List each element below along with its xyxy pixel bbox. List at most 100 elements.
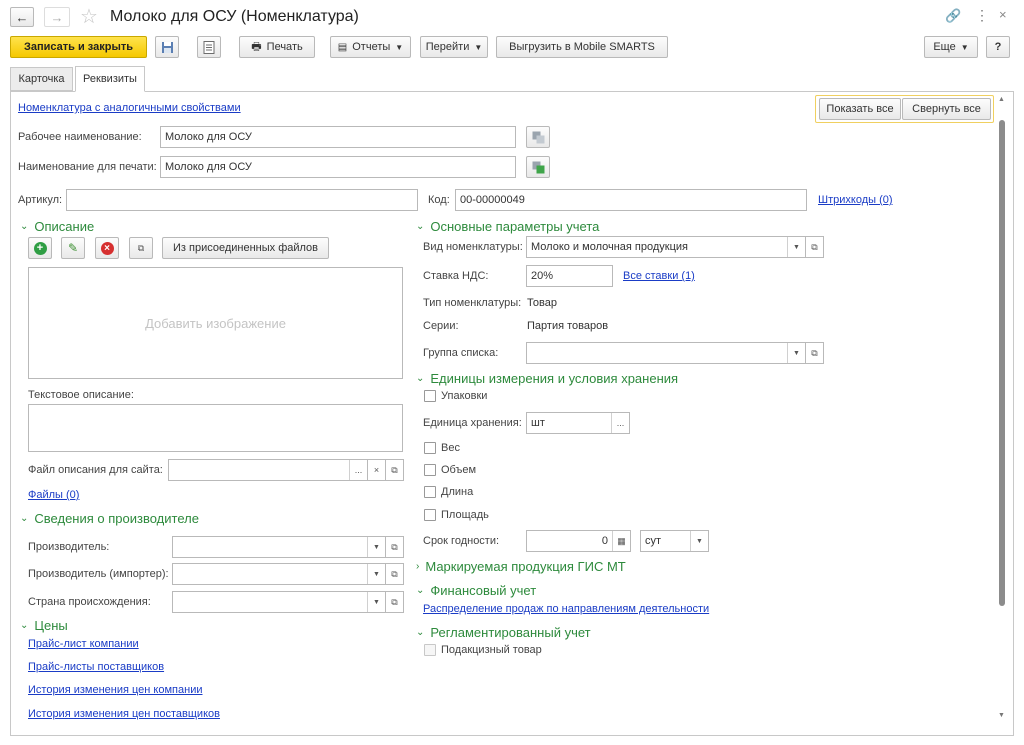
chevron-down-icon: ⌄ [416,373,425,384]
supplier-price-history-link[interactable]: История изменения цен поставщиков [28,708,220,720]
clear-icon[interactable]: × [368,459,386,481]
shelf-life-unit-field[interactable]: сут ▼ [640,530,709,552]
document-list-button[interactable] [197,36,221,58]
collapse-all-button[interactable]: Свернуть все [902,98,991,120]
open-window-icon[interactable]: ⧉ [806,236,824,258]
chevron-down-icon: ⌄ [20,620,29,631]
reports-icon: ▤ [337,41,348,53]
arrow-right-icon: → [50,9,64,25]
supplier-price-lists-link[interactable]: Прайс-листы поставщиков [28,661,164,673]
favorite-star-icon[interactable]: ☆ [80,4,98,29]
text-description-field[interactable] [28,404,403,452]
reports-button[interactable]: ▤ Отчеты ▼ [330,36,411,58]
country-field[interactable]: ▼ [172,591,386,613]
excise-checkbox[interactable] [424,644,436,656]
scrollbar-down-icon[interactable]: ▼ [998,712,1005,719]
calculator-icon[interactable]: ▦ [612,531,630,551]
tab-requisites[interactable]: Реквизиты [75,66,145,92]
area-label: Площадь [441,509,489,521]
open-image-button[interactable]: ⧉ [129,237,153,259]
sales-distribution-link[interactable]: Распределение продаж по направлениям дея… [423,603,709,615]
shelf-life-field[interactable]: 0 ▦ [526,530,631,552]
vat-field[interactable]: 20% [526,265,613,287]
chevron-down-icon: ⌄ [20,221,29,232]
show-all-button[interactable]: Показать все [819,98,901,120]
tab-card[interactable]: Карточка [10,67,73,91]
importer-label: Производитель (импортер): [28,568,169,580]
all-rates-link[interactable]: Все ставки (1) [623,270,695,282]
delete-image-button[interactable]: × [95,237,119,259]
weight-checkbox[interactable] [424,442,436,454]
back-button[interactable]: ← [10,7,34,27]
scrollbar-up-icon[interactable]: ▲ [998,96,1005,103]
chevron-down-icon[interactable]: ▼ [367,537,385,557]
storage-unit-field[interactable]: шт ... [526,412,630,434]
group-field[interactable]: ▼ [526,342,806,364]
arrow-left-icon: ← [15,9,29,25]
chevron-down-icon[interactable]: ▼ [367,564,385,584]
open-window-icon[interactable]: ⧉ [386,459,404,481]
packages-checkbox[interactable] [424,390,436,402]
chevron-down-icon[interactable]: ▼ [787,343,805,363]
image-placeholder[interactable]: Добавить изображение [28,267,403,379]
analog-nomenclature-link[interactable]: Номенклатура с аналогичными свойствами [18,102,241,114]
barcodes-link[interactable]: Штрихкоды (0) [818,194,893,206]
work-name-field[interactable]: Молоко для ОСУ [160,126,516,148]
save-button[interactable] [155,36,179,58]
from-attached-files-button[interactable]: Из присоединенных файлов [162,237,329,259]
article-field[interactable] [66,189,418,211]
type-value: Товар [527,297,557,309]
goto-button[interactable]: Перейти ▼ [420,36,488,58]
save-close-button[interactable]: Записать и закрыть [10,36,147,58]
link-icon[interactable]: 🔗 [945,8,961,24]
ellipsis-icon[interactable]: ... [349,460,367,480]
edit-image-button[interactable]: ✎ [61,237,85,259]
copy-name-button[interactable] [526,126,550,148]
open-window-icon[interactable]: ⧉ [386,563,404,585]
volume-checkbox[interactable] [424,464,436,476]
manufacturer-section-header[interactable]: ⌄ Сведения о производителе [20,511,199,526]
open-window-icon[interactable]: ⧉ [386,536,404,558]
producer-field[interactable]: ▼ [172,536,386,558]
length-checkbox[interactable] [424,486,436,498]
copy-print-name-button[interactable] [526,156,550,178]
code-field[interactable]: 00-00000049 [455,189,807,211]
company-price-history-link[interactable]: История изменения цен компании [28,684,203,696]
scrollbar-thumb[interactable] [999,120,1005,606]
more-button[interactable]: Еще ▼ [924,36,978,58]
add-image-button[interactable]: + [28,237,52,259]
export-mobile-smarts-button[interactable]: Выгрузить в Mobile SMARTS [496,36,668,58]
chevron-down-icon[interactable]: ▼ [787,237,805,257]
regulated-section-header[interactable]: ⌄ Регламентированный учет [416,625,591,640]
print-name-field[interactable]: Молоко для ОСУ [160,156,516,178]
units-section-header[interactable]: ⌄ Единицы измерения и условия хранения [416,371,678,386]
more-label: Еще [933,41,956,53]
copy-icon [532,131,544,143]
close-icon[interactable]: × [999,7,1007,22]
importer-field[interactable]: ▼ [172,563,386,585]
chevron-down-icon[interactable]: ▼ [690,531,708,551]
company-price-list-link[interactable]: Прайс-лист компании [28,638,139,650]
print-button[interactable]: 🖶 Печать [239,36,315,58]
type-label: Тип номенклатуры: [423,297,522,309]
prices-section-header[interactable]: ⌄ Цены [20,618,68,633]
ellipsis-icon[interactable]: ... [611,413,629,433]
chevron-down-icon: ⌄ [416,627,425,638]
storage-unit-value: шт [531,417,545,429]
more-menu-icon[interactable]: ⋮ [975,7,989,24]
files-link[interactable]: Файлы (0) [28,489,79,501]
prices-title: Цены [34,618,68,633]
help-button[interactable]: ? [986,36,1010,58]
chevron-down-icon[interactable]: ▼ [367,592,385,612]
open-window-icon[interactable]: ⧉ [386,591,404,613]
description-section-header[interactable]: ⌄ Описание [20,219,94,234]
open-window-icon[interactable]: ⧉ [806,342,824,364]
marking-section-header[interactable]: › Маркируемая продукция ГИС МТ [416,559,626,574]
kind-field[interactable]: Молоко и молочная продукция ▼ [526,236,806,258]
finance-section-header[interactable]: ⌄ Финансовый учет [416,583,536,598]
area-checkbox[interactable] [424,509,436,521]
accounting-section-header[interactable]: ⌄ Основные параметры учета [416,219,599,234]
site-file-field[interactable]: ... [168,459,368,481]
forward-button[interactable]: → [44,7,70,27]
print-label: Печать [266,41,303,53]
